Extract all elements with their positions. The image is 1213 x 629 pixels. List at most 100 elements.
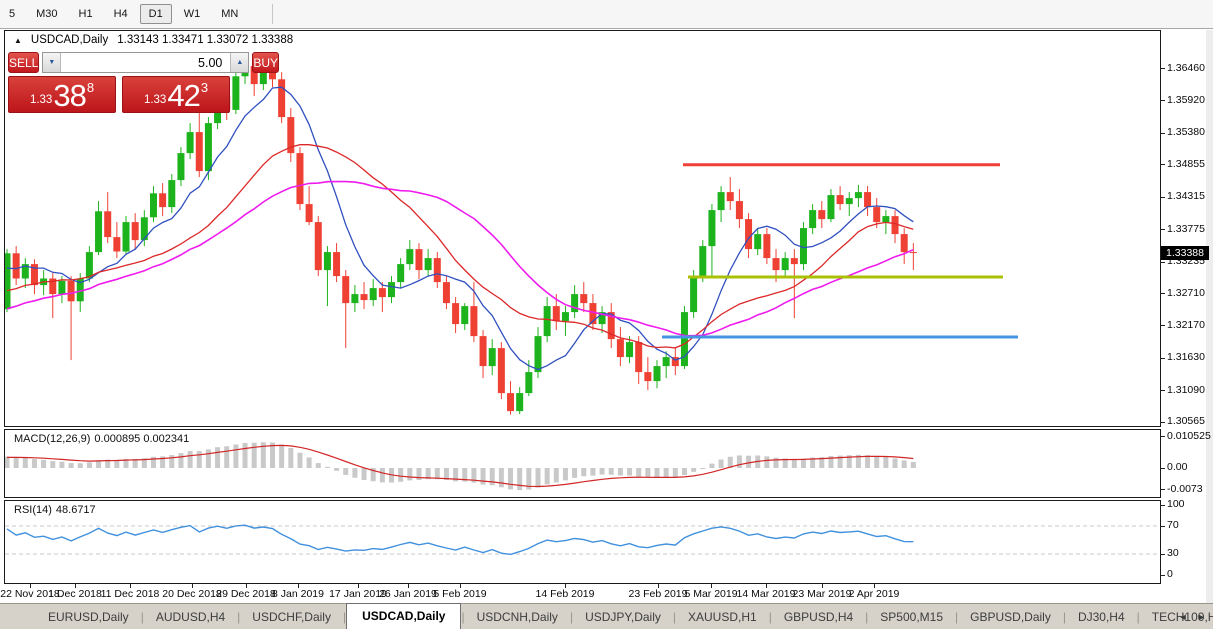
- candle: [104, 211, 112, 238]
- macd-histogram-bar: [224, 446, 230, 468]
- timeframe-D1[interactable]: D1: [139, 4, 172, 24]
- date-axis-label: 17 Jan 2019: [329, 588, 387, 600]
- candle: [818, 210, 826, 220]
- rsi-axis-label: 30: [1167, 547, 1179, 559]
- candle: [763, 234, 771, 259]
- candle: [900, 234, 908, 253]
- timeframe-M30[interactable]: M30: [27, 4, 66, 24]
- candle: [397, 264, 405, 283]
- tab-eurusd-daily[interactable]: EURUSD,Daily: [36, 606, 141, 629]
- macd-histogram-bar: [874, 456, 880, 468]
- macd-histogram-bar: [22, 457, 28, 468]
- price-axis-label: 1.34315: [1167, 190, 1205, 203]
- tab-usdcad-daily[interactable]: USDCAD,Daily: [346, 603, 462, 629]
- tab-gbpusd-daily[interactable]: GBPUSD,Daily: [958, 606, 1063, 629]
- tab-audusd-h4[interactable]: AUDUSD,H4: [144, 606, 237, 629]
- date-axis-label: 23 Feb 2019: [628, 588, 688, 600]
- candle: [745, 219, 753, 250]
- tab-dj30-h4[interactable]: DJ30,H4: [1066, 606, 1137, 629]
- collapse-panel-icon[interactable]: ▲: [14, 36, 22, 45]
- tab-usdchf-daily[interactable]: USDCHF,Daily: [240, 606, 343, 629]
- candle: [635, 342, 643, 373]
- price-axis-label: 1.30565: [1167, 415, 1205, 428]
- volume-spinner: ▼ ▲: [42, 52, 250, 73]
- candle: [415, 249, 423, 271]
- candle: [626, 342, 634, 358]
- macd-histogram-bar: [691, 468, 697, 472]
- candle: [836, 195, 844, 205]
- macd-histogram-bar: [562, 468, 568, 481]
- tab-sp500-m15[interactable]: SP500,M15: [868, 606, 955, 629]
- macd-histogram-bar: [215, 447, 221, 468]
- timeframe-MN[interactable]: MN: [212, 4, 247, 24]
- price-chart-panel[interactable]: ▲ USDCAD,Daily 1.33143 1.33471 1.33072 1…: [4, 30, 1161, 427]
- candle: [717, 192, 725, 211]
- tabs-scroll-right-icon[interactable]: ►: [1197, 612, 1206, 622]
- sell-price-box[interactable]: 1.33 38 8: [8, 76, 116, 113]
- volume-decrease-button[interactable]: ▼: [43, 53, 62, 72]
- macd-histogram-bar: [910, 462, 916, 468]
- date-axis-label: 26 Jan 2019: [379, 588, 437, 600]
- macd-histogram-bar: [599, 468, 605, 475]
- macd-histogram-bar: [480, 468, 486, 485]
- candle: [864, 192, 872, 208]
- macd-histogram-bar: [544, 468, 550, 485]
- macd-histogram-bar: [361, 468, 367, 481]
- buy-button[interactable]: BUY: [252, 52, 280, 73]
- macd-axis-label: 0.00: [1167, 461, 1188, 473]
- macd-histogram-bar: [627, 468, 633, 476]
- candle: [534, 336, 542, 373]
- price-axis-label: 1.33775: [1167, 222, 1205, 235]
- macd-histogram-bar: [86, 462, 92, 468]
- tab-gbpusd-h4[interactable]: GBPUSD,H4: [772, 606, 865, 629]
- chart-tabs: EURUSD,Daily | AUDUSD,H4 | USDCHF,Daily | USDC…: [36, 603, 1213, 629]
- rsi-indicator-panel[interactable]: RSI(14) 48.6717: [4, 500, 1161, 584]
- candle: [662, 357, 670, 367]
- buy-price-box[interactable]: 1.33 42 3: [122, 76, 230, 113]
- axis-gutter: [1206, 30, 1213, 603]
- chart-tabs-bar: EURUSD,Daily | AUDUSD,H4 | USDCHF,Daily | USDC…: [0, 603, 1213, 629]
- candle: [781, 258, 789, 271]
- rsi-chart: [5, 524, 1160, 556]
- timeframe-toolbar: 5 M30 H1 H4 D1 W1 MN: [0, 0, 1213, 29]
- timeframe-W1[interactable]: W1: [175, 4, 210, 24]
- candle: [809, 210, 817, 229]
- tabs-scroll-left-icon[interactable]: ◄: [1179, 612, 1188, 622]
- macd-histogram-bar: [41, 459, 47, 468]
- candle: [497, 348, 505, 394]
- timeframe-H1[interactable]: H1: [70, 4, 102, 24]
- tab-usdjpy-daily[interactable]: USDJPY,Daily: [573, 606, 673, 629]
- candle: [452, 303, 460, 325]
- macd-histogram-bar: [535, 468, 541, 488]
- candle: [149, 193, 157, 218]
- macd-histogram-bar: [324, 466, 330, 468]
- sell-button[interactable]: SELL: [8, 52, 40, 73]
- buy-price-prefix: 1.33: [143, 94, 167, 106]
- price-axis-label: 1.31090: [1167, 383, 1205, 396]
- candle: [131, 222, 139, 241]
- tab-usdcnh-daily[interactable]: USDCNH,Daily: [465, 606, 570, 629]
- macd-histogram-bar: [297, 452, 303, 468]
- candle: [525, 372, 533, 394]
- candle: [122, 222, 130, 252]
- candle: [5, 253, 11, 310]
- timeframe-H4[interactable]: H4: [105, 4, 137, 24]
- candle: [891, 216, 899, 235]
- macd-histogram-bar: [5, 456, 10, 468]
- tab-xauusd-h1[interactable]: XAUUSD,H1: [676, 606, 769, 629]
- macd-histogram-bar: [407, 468, 413, 481]
- macd-histogram-bar: [654, 468, 660, 478]
- macd-histogram-bar: [718, 459, 724, 468]
- macd-histogram-bar: [269, 442, 275, 468]
- candle: [58, 280, 66, 295]
- macd-histogram-bar: [334, 468, 340, 471]
- rsi-line: [6, 524, 914, 556]
- volume-increase-button[interactable]: ▲: [230, 53, 249, 72]
- macd-indicator-panel[interactable]: MACD(12,26,9) 0.000895 0.002341: [4, 429, 1161, 498]
- date-axis-tick: [358, 584, 359, 588]
- date-axis-tick: [130, 584, 131, 588]
- one-click-trading-widget: SELL ▼ ▲ BUY 1.33 38 8 1.33 42 3: [8, 52, 280, 113]
- volume-input[interactable]: [61, 53, 231, 72]
- date-axis-label: 14 Mar 2019: [736, 588, 796, 600]
- timeframe-5[interactable]: 5: [0, 4, 24, 24]
